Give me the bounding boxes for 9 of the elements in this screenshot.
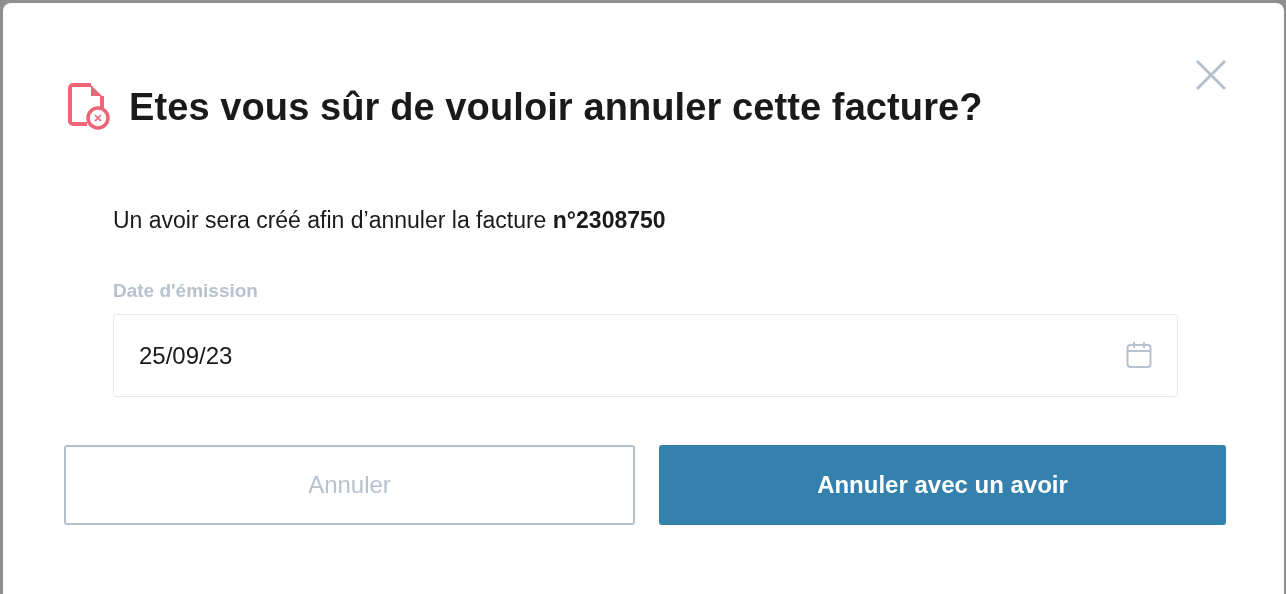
dialog-title: Etes vous sûr de vouloir annuler cette facture? bbox=[129, 85, 983, 129]
document-cancel-icon bbox=[67, 83, 111, 131]
close-icon bbox=[1195, 59, 1227, 91]
confirm-button[interactable]: Annuler avec un avoir bbox=[659, 445, 1226, 525]
calendar-icon[interactable] bbox=[1126, 341, 1152, 369]
close-button[interactable] bbox=[1195, 59, 1227, 91]
field-label: Date d'émission bbox=[113, 280, 259, 302]
message: Un avoir sera créé afin d’annuler la facture n°2308750 bbox=[113, 207, 667, 234]
date-field[interactable]: 25/09/23 bbox=[113, 314, 1178, 397]
